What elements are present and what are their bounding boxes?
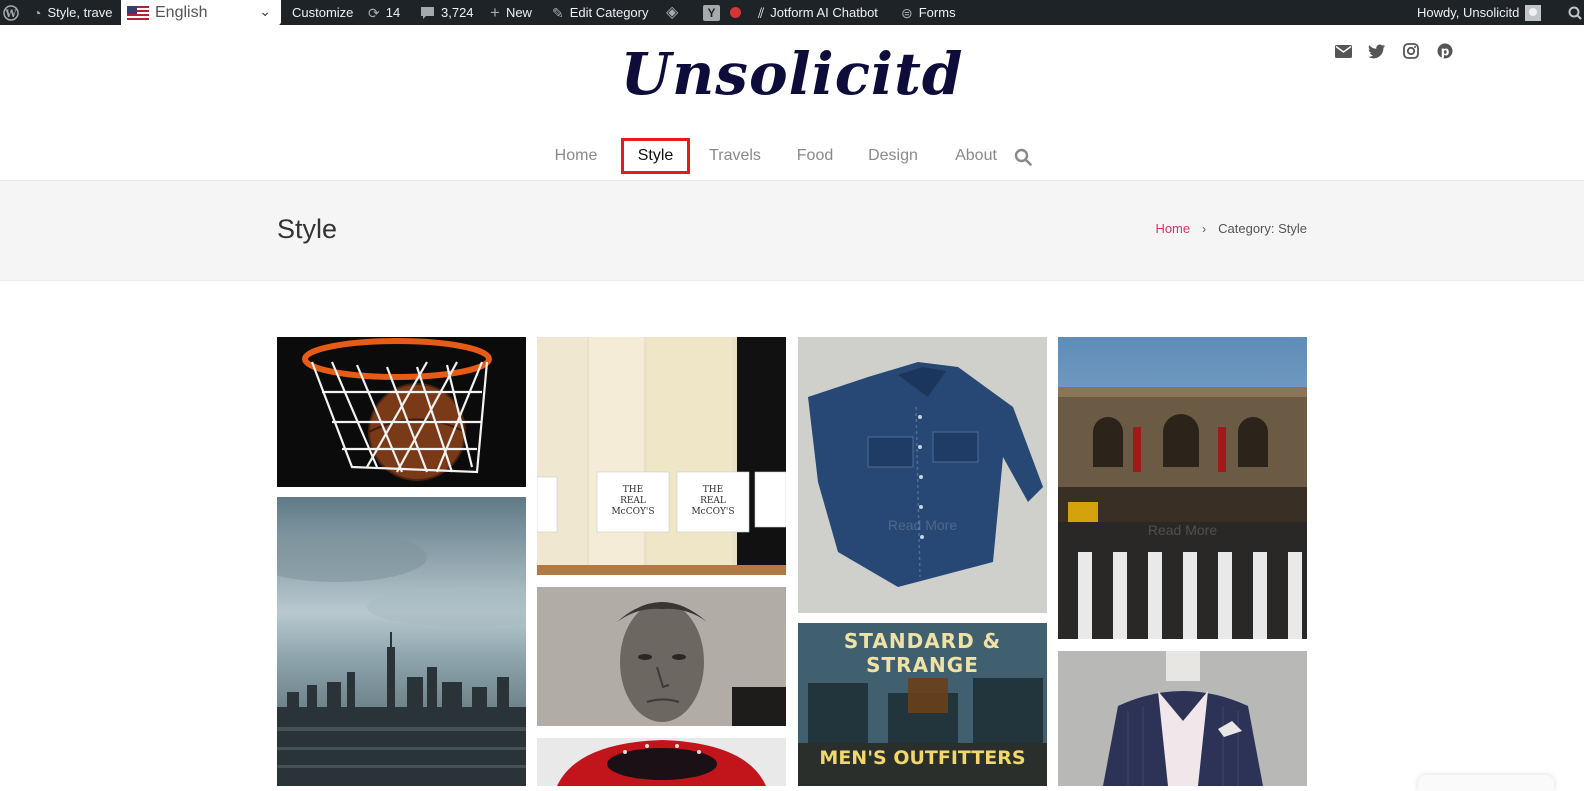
nav-item-about[interactable]: About xyxy=(953,138,999,174)
svg-text:THE: THE xyxy=(703,485,723,495)
floating-widget-tab[interactable] xyxy=(1418,775,1554,791)
breadcrumb-home-link[interactable]: Home xyxy=(1155,221,1190,236)
nav-item-travels[interactable]: Travels xyxy=(709,138,761,174)
read-more-overlay[interactable]: Read More xyxy=(1058,522,1307,538)
post-thumbnail-portrait[interactable] xyxy=(537,587,786,726)
post-thumbnail-suit[interactable] xyxy=(1058,651,1307,786)
refresh-icon: ⟳ xyxy=(368,4,380,21)
nav-item-home[interactable]: Home xyxy=(553,138,599,174)
post-thumbnail-denim-shirt[interactable]: Read More xyxy=(798,337,1047,613)
plus-icon: + xyxy=(490,3,500,22)
socks-image: THEREALMcCOY'S THEREALMcCOY'S xyxy=(537,337,786,575)
twitter-icon[interactable] xyxy=(1368,42,1386,60)
howdy-label: Howdy, Unsolicitd xyxy=(1417,5,1520,20)
nav-item-style[interactable]: Style xyxy=(621,138,690,174)
red-car-image xyxy=(537,738,786,786)
edit-category-link[interactable]: ✎ Edit Category xyxy=(552,0,649,25)
svg-text:p: p xyxy=(1441,45,1450,59)
new-label: New xyxy=(505,5,532,20)
jotform-chatbot-label: Jotform AI Chatbot xyxy=(770,5,878,20)
jotform-chatbot-link[interactable]: ⫽ Jotform AI Chatbot xyxy=(758,0,878,25)
chevron-right-icon: › xyxy=(1202,221,1207,236)
post-thumbnail-socks[interactable]: THE REAL McCOY'S THE REAL McCOY'S xyxy=(537,337,786,575)
instagram-icon[interactable] xyxy=(1402,42,1420,60)
svg-text:THE: THE xyxy=(623,485,643,495)
museum-image xyxy=(1058,337,1307,639)
wordpress-logo-icon[interactable]: W xyxy=(3,0,19,25)
site-name-label: Style, trave xyxy=(47,5,113,20)
comments-count: 3,724 xyxy=(441,5,474,20)
svg-text:REAL: REAL xyxy=(700,496,726,506)
social-links: p xyxy=(1334,42,1454,60)
storefront-sign-text: STANDARD & STRANGE xyxy=(843,629,1002,677)
svg-text:W: W xyxy=(4,9,17,20)
account-menu[interactable]: Howdy, Unsolicitd xyxy=(1417,0,1542,25)
nav-search-icon[interactable] xyxy=(1014,148,1032,166)
post-thumbnail-museum[interactable]: Read More xyxy=(1058,337,1307,639)
edit-category-label: Edit Category xyxy=(569,5,649,20)
storefront-subtitle-text: MEN'S OUTFITTERS xyxy=(819,747,1026,769)
forms-icon: ⊜ xyxy=(901,4,913,21)
yoast-seo-icon[interactable]: Y xyxy=(703,0,741,25)
chevron-down-icon: ⌄ xyxy=(259,3,271,19)
jotform-icon: ⫽ xyxy=(758,4,765,21)
post-thumbnail-red-car[interactable] xyxy=(537,738,786,786)
admin-bar: W ◔ Style, trave English ⌄ Customize ⟳ 1… xyxy=(0,0,1584,25)
language-switcher[interactable]: English ⌄ xyxy=(121,0,281,25)
new-link[interactable]: + New xyxy=(490,0,532,25)
us-flag-icon xyxy=(127,5,149,20)
comment-icon xyxy=(421,6,434,19)
skyline-image xyxy=(277,497,526,786)
admin-search-icon[interactable] xyxy=(1568,0,1582,25)
basketball-hoop-image xyxy=(277,337,526,487)
post-thumbnail-storefront[interactable]: STANDARD & STRANGE MEN'S OUTFITTERS xyxy=(798,623,1047,786)
page-title: Style xyxy=(277,214,338,244)
diamond-plugin-icon[interactable]: ◈ xyxy=(666,0,678,25)
pinterest-icon[interactable]: p xyxy=(1436,42,1454,60)
comments-link[interactable]: 3,724 xyxy=(420,0,474,25)
post-thumbnail-skyline[interactable] xyxy=(277,497,526,786)
nav-item-design[interactable]: Design xyxy=(868,138,918,174)
svg-text:McCOY'S: McCOY'S xyxy=(611,507,654,517)
nav-item-food[interactable]: Food xyxy=(796,138,834,174)
portrait-image xyxy=(537,587,786,726)
avatar xyxy=(1525,4,1542,21)
dashboard-icon: ◔ xyxy=(33,4,42,21)
suit-mannequin-image xyxy=(1058,651,1307,786)
read-more-overlay[interactable]: Read More xyxy=(798,517,1047,533)
forms-label: Forms xyxy=(918,5,956,20)
seo-status-dot xyxy=(730,7,741,18)
breadcrumb: Home › Category: Style xyxy=(1155,221,1307,236)
updates-count: 14 xyxy=(385,5,401,20)
language-label: English xyxy=(155,3,208,21)
email-icon[interactable] xyxy=(1334,42,1352,60)
svg-text:McCOY'S: McCOY'S xyxy=(691,507,734,517)
customize-label: Customize xyxy=(292,5,354,20)
customize-link[interactable]: Customize xyxy=(292,0,353,25)
forms-link[interactable]: ⊜ Forms xyxy=(901,0,956,25)
page-header-band: Style Home › Category: Style xyxy=(0,181,1584,281)
updates-link[interactable]: ⟳ 14 xyxy=(368,0,400,25)
post-thumbnail-basketball[interactable] xyxy=(277,337,526,487)
main-navigation: Home Style Travels Food Design About xyxy=(0,138,1584,174)
breadcrumb-current: Category: Style xyxy=(1218,221,1307,236)
site-name-link[interactable]: ◔ Style, trave xyxy=(33,0,113,25)
denim-shirt-image xyxy=(798,337,1047,613)
pencil-icon: ✎ xyxy=(552,4,564,21)
svg-text:REAL: REAL xyxy=(620,496,646,506)
